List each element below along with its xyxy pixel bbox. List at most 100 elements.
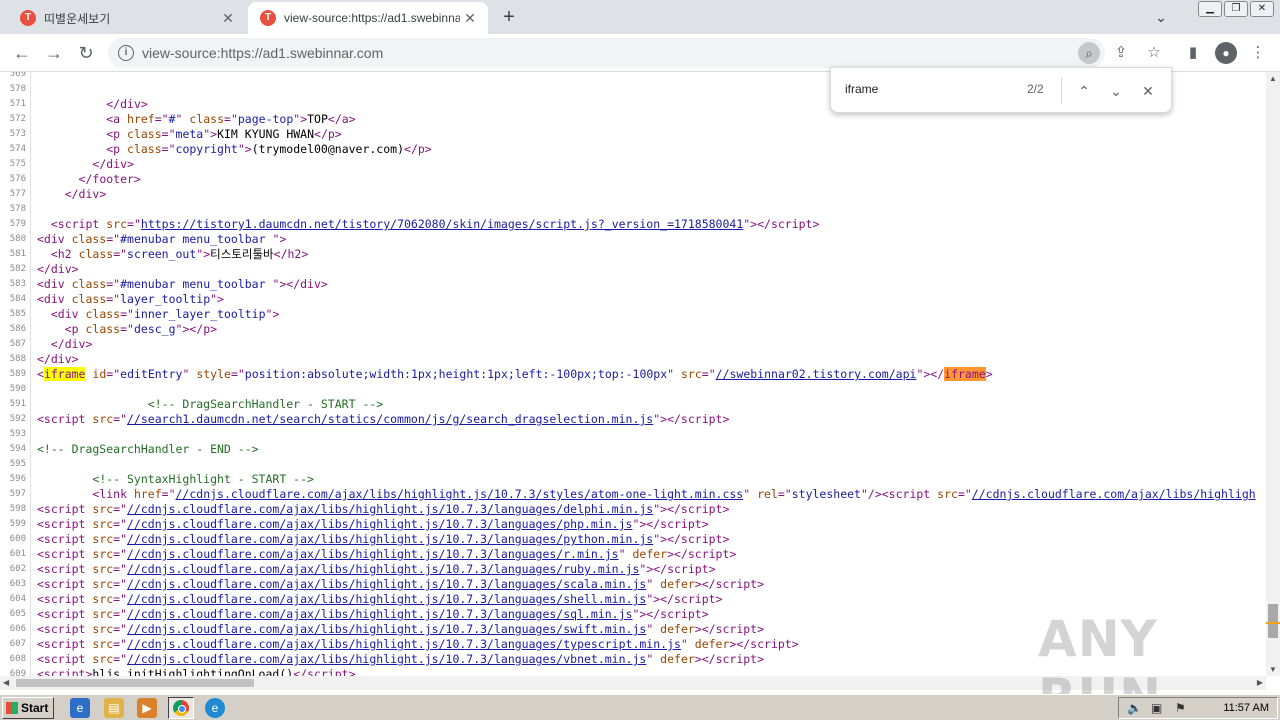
source-line: 593 [0, 427, 1266, 442]
line-code: <p class="meta">KIM KYUNG HWAN</p> [106, 127, 342, 141]
clock: 11:57 AM [1223, 702, 1269, 714]
line-number: 586 [9, 324, 26, 334]
line-code: </div> [64, 187, 107, 201]
internet-explorer-icon[interactable]: e [70, 698, 90, 718]
flag-icon[interactable]: ⚑ [1175, 701, 1186, 715]
line-number: 588 [9, 354, 26, 364]
line-number: 594 [9, 444, 26, 454]
source-line: 582 </div> [0, 262, 1266, 277]
source-line: 603 <script src="//cdnjs.cloudflare.com/a… [0, 577, 1266, 592]
windows-taskbar: Start e ▤ ▶ e 🔈 ▣ ⚑ 11:57 AM [0, 694, 1280, 720]
minimize-button[interactable]: ▁ [1198, 1, 1222, 17]
source-line: 587 </div> [0, 337, 1266, 352]
find-in-page-icon[interactable]: ⌕ [1078, 42, 1100, 64]
line-code: <p class="copyright">(trymodel00@naver.c… [106, 142, 432, 156]
line-code: <div class="#menubar menu_toolbar "></di… [37, 277, 328, 291]
line-number: 599 [9, 519, 26, 529]
line-code: <script src="//cdnjs.cloudflare.com/ajax… [37, 502, 730, 516]
line-code: <script src="//cdnjs.cloudflare.com/ajax… [37, 607, 709, 621]
vertical-scrollbar[interactable]: ▲ ▼ [1266, 72, 1280, 676]
line-number: 598 [9, 504, 26, 514]
restore-button[interactable]: ❐ [1224, 1, 1248, 17]
close-icon[interactable]: ✕ [460, 8, 480, 28]
side-panel-icon[interactable]: ▮ [1180, 40, 1206, 66]
source-line: 604 <script src="//cdnjs.cloudflare.com/a… [0, 592, 1266, 607]
close-window-button[interactable]: ✕ [1250, 1, 1274, 17]
line-number: 576 [9, 174, 26, 184]
source-line: 574 <p class="copyright">(trymodel00@nav… [0, 142, 1266, 157]
find-close-icon[interactable]: ✕ [1135, 78, 1161, 104]
volume-icon[interactable]: 🔈 [1127, 701, 1142, 715]
line-number: 584 [9, 294, 26, 304]
tab-active[interactable]: T view-source:https://ad1.swebinnar.com … [248, 2, 488, 34]
line-code: </footer> [78, 172, 141, 186]
line-code: <script src="//cdnjs.cloudflare.com/ajax… [37, 517, 709, 531]
scroll-left-icon[interactable]: ◀ [3, 678, 9, 687]
tab-title: 띠별운세보기 [44, 11, 111, 26]
line-code: <script src="//cdnjs.cloudflare.com/ajax… [37, 532, 730, 546]
find-match-count: 2/2 [1027, 82, 1044, 96]
network-icon[interactable]: ▣ [1151, 701, 1162, 715]
source-line: 600 <script src="//cdnjs.cloudflare.com/a… [0, 532, 1266, 547]
start-button[interactable]: Start [2, 697, 54, 719]
line-number: 574 [9, 144, 26, 154]
url-prefix: view-source: [142, 45, 221, 61]
line-code: <script src="//search1.daumcdn.net/searc… [37, 412, 730, 426]
url-text[interactable]: view-source:https://ad1.swebinnar.com [142, 45, 383, 61]
scroll-up-icon[interactable]: ▲ [1269, 74, 1277, 83]
line-code: </div> [37, 262, 79, 276]
source-line: 588 </div> [0, 352, 1266, 367]
bookmark-star-icon[interactable]: ☆ [1141, 40, 1167, 66]
line-number: 589 [9, 369, 26, 379]
find-input[interactable]: iframe [845, 82, 878, 96]
find-bar: iframe 2/2 ⌃ ⌄ ✕ [830, 67, 1172, 113]
forward-icon[interactable]: → [41, 40, 67, 66]
line-number: 601 [9, 549, 26, 559]
menu-icon[interactable]: ⋮ [1245, 40, 1271, 66]
line-number: 608 [9, 654, 26, 664]
source-line: 597 <link href="//cdnjs.cloudflare.com/a… [0, 487, 1266, 502]
media-player-icon[interactable]: ▶ [137, 698, 157, 718]
find-previous-icon[interactable]: ⌃ [1071, 78, 1097, 104]
line-number: 575 [9, 159, 26, 169]
line-number: 602 [9, 564, 26, 574]
horizontal-scroll-thumb[interactable] [16, 679, 254, 687]
line-code: </div> [50, 337, 93, 351]
line-number: 607 [9, 639, 26, 649]
windows-logo-icon [6, 702, 18, 714]
line-number: 570 [9, 84, 26, 94]
file-explorer-icon[interactable]: ▤ [104, 698, 124, 718]
tab-search-icon[interactable]: ⌄ [1150, 7, 1172, 27]
line-number: 609 [9, 669, 26, 676]
line-number: 582 [9, 264, 26, 274]
edge-icon[interactable]: e [205, 698, 225, 718]
line-code: <p class="desc_g"></p> [64, 322, 218, 336]
reload-icon[interactable]: ↻ [73, 40, 99, 66]
line-number: 593 [9, 429, 26, 439]
address-bar[interactable]: i view-source:https://ad1.swebinnar.com … [108, 38, 1105, 68]
line-number: 604 [9, 594, 26, 604]
profile-avatar-icon[interactable]: ● [1215, 42, 1237, 64]
share-icon[interactable]: ⇪ [1108, 40, 1134, 66]
tab-title: view-source:https://ad1.swebinnar.com [284, 11, 460, 25]
url-host: https://ad1.swebinnar.com [220, 45, 384, 61]
close-icon[interactable]: ✕ [218, 8, 238, 28]
line-number: 590 [9, 384, 26, 394]
info-icon[interactable]: i [118, 45, 134, 61]
line-code: <div class="layer_tooltip"> [37, 292, 224, 306]
line-number: 573 [9, 129, 26, 139]
source-line: 599 <script src="//cdnjs.cloudflare.com/a… [0, 517, 1266, 532]
line-number: 572 [9, 114, 26, 124]
line-number: 578 [9, 204, 26, 214]
source-line: 581 <h2 class="screen_out">티스토리툴바</h2> [0, 247, 1266, 262]
back-icon[interactable]: ← [9, 40, 35, 66]
tab-inactive[interactable]: T 띠별운세보기 ✕ [8, 2, 246, 34]
chrome-icon [173, 700, 189, 716]
line-code: <script src="//cdnjs.cloudflare.com/ajax… [37, 652, 765, 666]
line-number: 569 [9, 72, 26, 79]
find-next-icon[interactable]: ⌄ [1103, 78, 1129, 104]
line-code: <!-- SyntaxHighlight - START --> [92, 472, 314, 486]
new-tab-button[interactable]: + [497, 5, 521, 29]
source-line: 583 <div class="#menubar menu_toolbar "><… [0, 277, 1266, 292]
taskbar-chrome-button[interactable] [168, 697, 194, 719]
